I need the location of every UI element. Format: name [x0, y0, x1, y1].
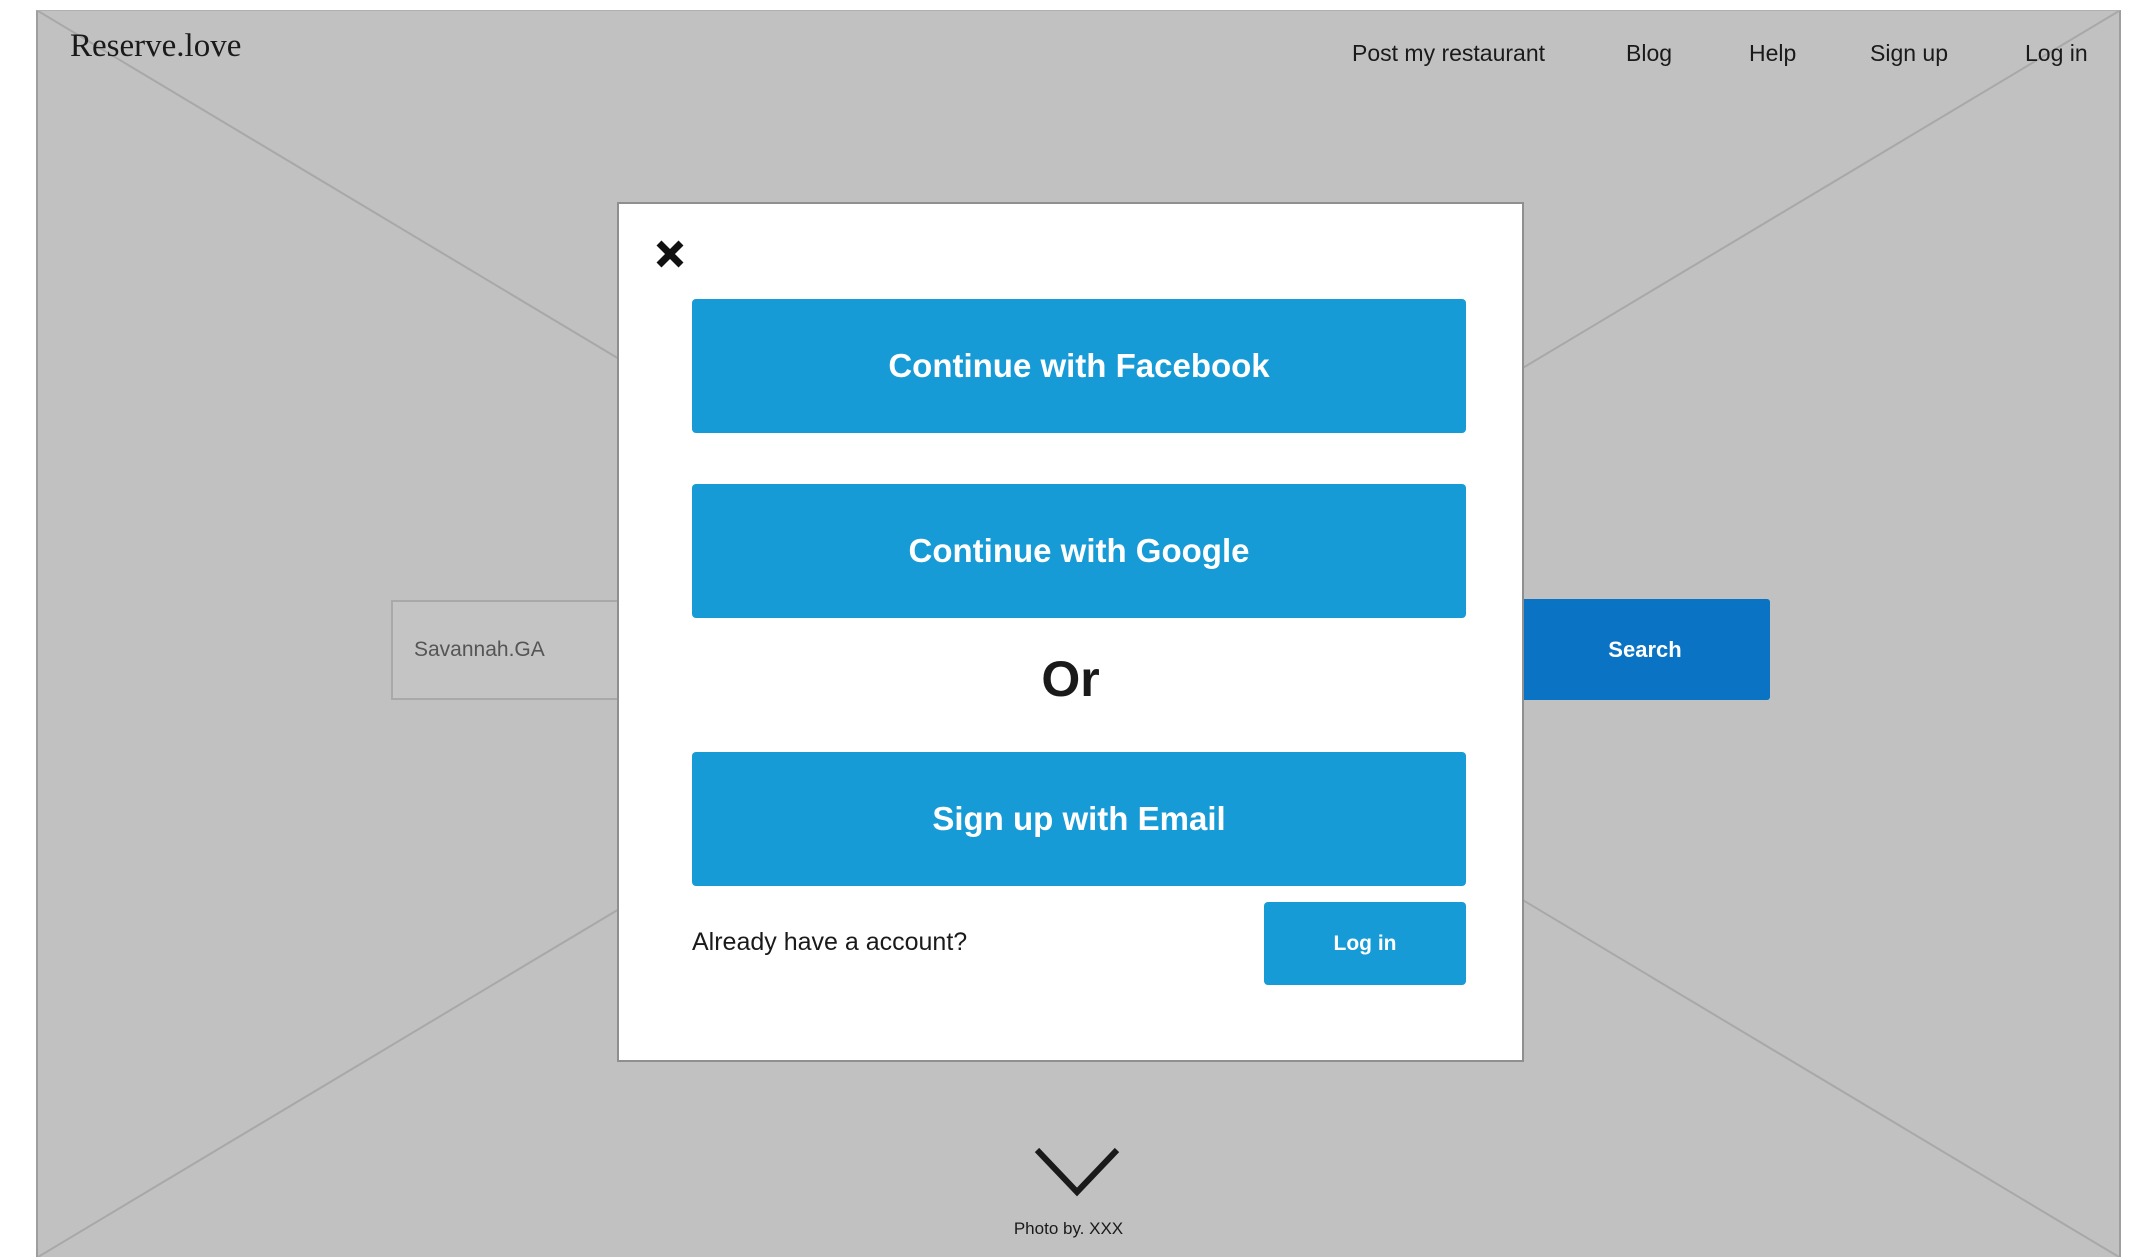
nav-post-restaurant[interactable]: Post my restaurant	[1352, 40, 1545, 67]
page: Reserve.love Post my restaurant Blog Hel…	[0, 0, 2137, 1257]
photo-credit: Photo by. XXX	[1013, 1219, 1124, 1238]
chevron-down-icon[interactable]	[1033, 1146, 1121, 1198]
nav-log-in[interactable]: Log in	[2025, 40, 2088, 67]
nav-blog[interactable]: Blog	[1626, 40, 1672, 67]
close-icon[interactable]	[654, 238, 686, 270]
nav-help[interactable]: Help	[1749, 40, 1796, 67]
or-separator: Or	[1041, 651, 1100, 707]
continue-facebook-button[interactable]: Continue with Facebook	[692, 299, 1466, 433]
location-search-input[interactable]	[391, 600, 621, 700]
signup-modal: Continue with Facebook Continue with Goo…	[617, 202, 1524, 1062]
continue-google-button[interactable]: Continue with Google	[692, 484, 1466, 618]
signup-email-button[interactable]: Sign up with Email	[692, 752, 1466, 886]
search-button[interactable]: Search	[1520, 599, 1770, 700]
modal-login-button[interactable]: Log in	[1264, 902, 1466, 985]
site-logo[interactable]: Reserve.love	[70, 28, 241, 65]
nav-sign-up[interactable]: Sign up	[1870, 40, 1948, 67]
already-have-account-text: Already have a account?	[692, 928, 968, 956]
